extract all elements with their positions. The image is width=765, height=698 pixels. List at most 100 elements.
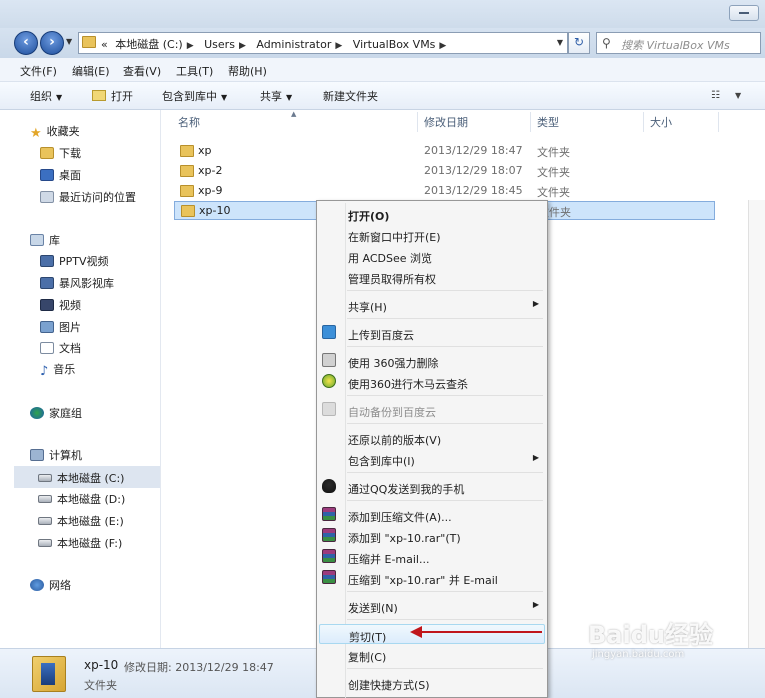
sidebar-label: 最近访问的位置 bbox=[59, 191, 136, 204]
menu-item-360-shred[interactable]: 使用 360强力删除 bbox=[319, 351, 545, 371]
submenu-arrow-icon: ▶ bbox=[532, 299, 539, 308]
menu-item-include-library[interactable]: 包含到库中(I) ▶ bbox=[319, 449, 545, 469]
menu-item-upload-baidu[interactable]: 上传到百度云 bbox=[319, 323, 545, 343]
file-date: 2013/12/29 18:47 bbox=[424, 144, 523, 157]
video-library-icon bbox=[40, 255, 54, 267]
breadcrumb-separator-icon[interactable]: ▶ bbox=[187, 41, 194, 51]
recent-pages-dropdown[interactable]: ▼ bbox=[66, 37, 72, 46]
breadcrumb-administrator[interactable]: Administrator bbox=[256, 38, 331, 51]
column-header-size[interactable]: 大小 bbox=[650, 114, 672, 130]
breadcrumb-separator-icon[interactable]: ▶ bbox=[239, 41, 246, 51]
menu-tools[interactable]: 工具(T) bbox=[176, 63, 213, 79]
sidebar-item-pptv[interactable]: PPTV视频 bbox=[40, 253, 109, 269]
sidebar-item-baofeng[interactable]: 暴风影视库 bbox=[40, 275, 114, 291]
menu-item-restore-versions[interactable]: 还原以前的版本(V) bbox=[319, 428, 545, 448]
menu-separator bbox=[347, 619, 543, 620]
file-row[interactable]: xp-2 2013/12/29 18:07 文件夹 bbox=[174, 162, 715, 181]
menu-item-copy[interactable]: 复制(C) bbox=[319, 645, 545, 665]
file-name: xp-2 bbox=[198, 164, 223, 177]
share-button[interactable]: 共享 ▼ bbox=[260, 88, 292, 104]
sidebar-favorites[interactable]: ★ 收藏夹 bbox=[30, 123, 80, 140]
sidebar-computer[interactable]: 计算机 bbox=[30, 447, 82, 463]
breadcrumb-separator-icon[interactable]: ▶ bbox=[335, 41, 342, 51]
sidebar-item-desktop[interactable]: 桌面 bbox=[40, 167, 81, 183]
file-row[interactable]: xp-9 2013/12/29 18:45 文件夹 bbox=[174, 182, 715, 201]
menu-help[interactable]: 帮助(H) bbox=[228, 63, 267, 79]
command-toolbar: 组织 ▼ 打开 包含到库中 ▼ 共享 ▼ 新建文件夹 ☷ ▼ bbox=[0, 82, 765, 110]
include-in-library-button[interactable]: 包含到库中 ▼ bbox=[162, 88, 227, 104]
file-name: xp-10 bbox=[199, 204, 231, 217]
menu-item-open[interactable]: 打开(O) bbox=[319, 204, 545, 224]
menu-item-compress-rar-email[interactable]: 压缩到 "xp-10.rar" 并 E-mail bbox=[319, 568, 545, 588]
view-options-icon[interactable]: ☷ bbox=[711, 90, 720, 101]
sidebar-item-recent-places[interactable]: 最近访问的位置 bbox=[40, 189, 136, 205]
back-button[interactable]: ‹ bbox=[14, 31, 38, 55]
winrar-icon bbox=[322, 570, 336, 584]
sidebar-libraries[interactable]: 库 bbox=[30, 232, 60, 248]
menu-item-label: 用 ACDSee 浏览 bbox=[348, 252, 432, 265]
menu-item-label: 压缩并 E-mail... bbox=[348, 553, 430, 566]
forward-button[interactable]: › bbox=[40, 31, 64, 55]
organize-button[interactable]: 组织 ▼ bbox=[30, 88, 62, 104]
file-type: 文件夹 bbox=[537, 186, 570, 199]
column-divider[interactable] bbox=[530, 112, 531, 132]
chevron-down-icon[interactable]: ▼ bbox=[735, 91, 741, 100]
sidebar-label: PPTV视频 bbox=[59, 255, 109, 268]
breadcrumb-overflow[interactable]: « bbox=[101, 38, 108, 51]
breadcrumb-users[interactable]: Users bbox=[204, 38, 235, 51]
address-bar[interactable]: « 本地磁盘 (C:) ▶ Users ▶ Administrator ▶ Virtu… bbox=[78, 32, 568, 54]
menu-item-label: 添加到压缩文件(A)... bbox=[348, 511, 452, 524]
menu-item-send-to[interactable]: 发送到(N) ▶ bbox=[319, 596, 545, 616]
menu-item-create-shortcut[interactable]: 创建快捷方式(S) bbox=[319, 673, 545, 693]
sidebar-item-music[interactable]: ♪ 音乐 bbox=[40, 361, 75, 378]
sidebar-network[interactable]: 网络 bbox=[30, 577, 71, 593]
column-divider[interactable] bbox=[718, 112, 719, 132]
sidebar-item-pictures[interactable]: 图片 bbox=[40, 319, 81, 335]
chevron-down-icon: ▼ bbox=[56, 93, 63, 102]
search-input[interactable]: ⚲ 搜索 VirtualBox VMs bbox=[596, 32, 761, 54]
sidebar-item-d-drive[interactable]: 本地磁盘 (D:) bbox=[38, 491, 125, 507]
sidebar-label: 桌面 bbox=[59, 169, 81, 182]
menu-item-add-to-rar[interactable]: 添加到 "xp-10.rar"(T) bbox=[319, 526, 545, 546]
new-folder-button[interactable]: 新建文件夹 bbox=[323, 88, 378, 104]
menu-item-take-ownership[interactable]: 管理员取得所有权 bbox=[319, 267, 545, 287]
breadcrumb-c-drive[interactable]: 本地磁盘 (C:) bbox=[115, 38, 182, 51]
column-header-name[interactable]: 名称 bbox=[178, 114, 200, 130]
menu-item-label: 复制(C) bbox=[348, 651, 387, 664]
menu-item-acdsee[interactable]: 用 ACDSee 浏览 bbox=[319, 246, 545, 266]
open-button[interactable]: 打开 bbox=[92, 88, 133, 104]
breadcrumb-virtualbox-vms[interactable]: VirtualBox VMs bbox=[353, 38, 436, 51]
column-divider[interactable] bbox=[417, 112, 418, 132]
sidebar-item-f-drive[interactable]: 本地磁盘 (F:) bbox=[38, 535, 122, 551]
column-divider[interactable] bbox=[643, 112, 644, 132]
column-header-type[interactable]: 类型 bbox=[537, 114, 559, 130]
refresh-button[interactable]: ↻ bbox=[568, 32, 590, 54]
menu-edit[interactable]: 编辑(E) bbox=[72, 63, 110, 79]
sidebar-item-c-drive[interactable]: 本地磁盘 (C:) bbox=[14, 466, 160, 488]
menu-item-cut[interactable]: 剪切(T) bbox=[319, 624, 545, 644]
menu-item-360-scan[interactable]: 使用360进行木马云查杀 bbox=[319, 372, 545, 392]
sidebar-label: 收藏夹 bbox=[46, 125, 80, 138]
menu-item-add-archive[interactable]: 添加到压缩文件(A)... bbox=[319, 505, 545, 525]
menu-item-share[interactable]: 共享(H) ▶ bbox=[319, 295, 545, 315]
menu-view[interactable]: 查看(V) bbox=[123, 63, 161, 79]
sidebar-item-e-drive[interactable]: 本地磁盘 (E:) bbox=[38, 513, 124, 529]
search-placeholder: 搜索 VirtualBox VMs bbox=[621, 39, 730, 52]
watermark-text: Baidu经验 bbox=[588, 621, 713, 649]
submenu-arrow-icon: ▶ bbox=[532, 600, 539, 609]
menu-file[interactable]: 文件(F) bbox=[20, 63, 57, 79]
details-name: xp-10 bbox=[84, 658, 119, 672]
menu-item-label: 使用360进行木马云查杀 bbox=[348, 378, 468, 391]
sidebar-item-documents[interactable]: 文档 bbox=[40, 340, 81, 356]
sidebar-item-downloads[interactable]: 下载 bbox=[40, 145, 81, 161]
menu-item-qq-send[interactable]: 通过QQ发送到我的手机 bbox=[319, 477, 545, 497]
sidebar-item-videos[interactable]: 视频 bbox=[40, 297, 81, 313]
menu-item-compress-email[interactable]: 压缩并 E-mail... bbox=[319, 547, 545, 567]
address-dropdown-icon[interactable]: ▼ bbox=[557, 38, 563, 47]
menu-item-open-new-window[interactable]: 在新窗口中打开(E) bbox=[319, 225, 545, 245]
sidebar-homegroup[interactable]: 家庭组 bbox=[30, 405, 82, 421]
minimize-button[interactable] bbox=[729, 5, 759, 21]
breadcrumb-separator-icon[interactable]: ▶ bbox=[439, 41, 446, 51]
column-header-date[interactable]: 修改日期 bbox=[424, 114, 468, 130]
file-row[interactable]: xp 2013/12/29 18:47 文件夹 bbox=[174, 142, 715, 161]
